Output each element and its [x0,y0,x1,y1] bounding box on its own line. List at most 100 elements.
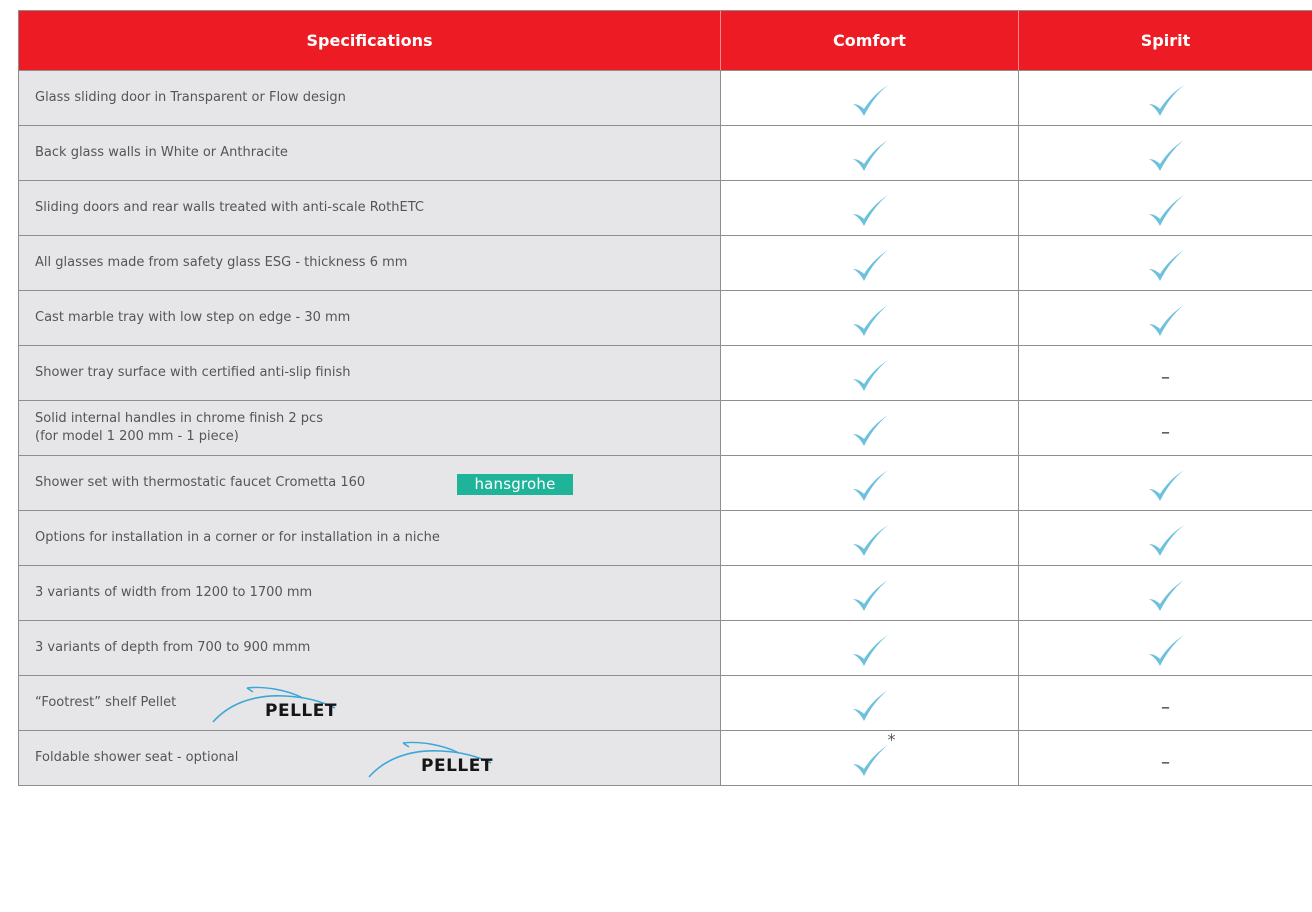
spec-label: Solid internal handles in chrome finish … [35,410,323,446]
check-wrapper [850,298,890,338]
check-wrapper [1146,298,1186,338]
spec-cell: Solid internal handles in chrome finish … [18,401,720,455]
dash-mark: – [1161,696,1170,718]
table-body: Glass sliding door in Transparent or Flo… [18,71,1312,786]
table-row: Sliding doors and rear walls treated wit… [18,181,1312,236]
spec-cell: Glass sliding door in Transparent or Flo… [18,71,720,125]
spec-cell: Cast marble tray with low step on edge -… [18,291,720,345]
checkmark-icon [850,247,890,287]
table-row: 3 variants of depth from 700 to 900 mmm [18,621,1312,676]
dash-mark: – [1161,421,1170,443]
check-wrapper [1146,188,1186,228]
table-row: Solid internal handles in chrome finish … [18,401,1312,456]
checkmark-icon [1146,302,1186,342]
comfort-cell: * [720,730,1018,785]
dash-mark: – [1161,366,1170,388]
table-row: All glasses made from safety glass ESG -… [18,236,1312,291]
spec-cell: “Footrest” shelf Pellet PELLET [18,676,720,730]
comfort-cell [720,401,1018,455]
checkmark-icon [850,522,890,562]
footnote-asterisk: * [887,730,896,749]
check-wrapper [850,78,890,118]
checkmark-icon [850,577,890,617]
spec-cell: 3 variants of depth from 700 to 900 mmm [18,621,720,675]
spec-label-line: Shower set with thermostatic faucet Crom… [35,475,366,490]
pellet-logo: PELLET [207,682,347,726]
checkmark-icon [850,302,890,342]
spec-label: Shower set with thermostatic faucet Crom… [35,474,365,492]
spec-cell: Back glass walls in White or Anthracite [18,126,720,180]
spec-label-line: Back glass walls in White or Anthracite [35,145,288,160]
check-wrapper [850,408,890,448]
checkmark-icon [1146,247,1186,287]
table-header-row: Specifications Comfort Spirit [18,11,1312,71]
table-row: Shower tray surface with certified anti-… [18,346,1312,401]
spirit-cell: – [1018,401,1312,455]
table-row: Glass sliding door in Transparent or Flo… [18,71,1312,126]
check-wrapper [850,188,890,228]
comfort-cell [720,566,1018,620]
spec-label-line: Solid internal handles in chrome finish … [35,411,323,426]
header-specifications: Specifications [18,11,720,70]
spirit-cell: – [1018,676,1312,730]
spec-cell: All glasses made from safety glass ESG -… [18,236,720,290]
checkmark-icon [1146,522,1186,562]
spec-label: Options for installation in a corner or … [35,529,440,547]
checkmark-icon [1146,632,1186,672]
check-wrapper [850,133,890,173]
checkmark-icon [850,192,890,232]
spirit-cell: – [1018,346,1312,400]
checkmark-icon [850,742,890,782]
check-wrapper [1146,133,1186,173]
spec-label: Foldable shower seat - optional [35,749,238,767]
check-wrapper [850,353,890,393]
spirit-cell [1018,71,1312,125]
spec-cell: Foldable shower seat - optional PELLET [18,731,720,785]
comfort-cell [720,346,1018,400]
check-wrapper: * [850,730,896,778]
spec-label-line: 3 variants of depth from 700 to 900 mmm [35,640,311,655]
spec-cell: Shower set with thermostatic faucet Crom… [18,456,720,510]
hansgrohe-logo: hansgrohe [457,474,573,495]
spirit-cell [1018,126,1312,180]
spec-label-line: Shower tray surface with certified anti-… [35,365,351,380]
comfort-cell [720,676,1018,730]
comfort-cell [720,236,1018,290]
checkmark-icon [1146,137,1186,177]
check-wrapper [850,518,890,558]
spirit-cell [1018,621,1312,675]
checkmark-icon [850,357,890,397]
checkmark-icon [1146,577,1186,617]
check-wrapper [850,463,890,503]
checkmark-icon [850,687,890,727]
table-row: 3 variants of width from 1200 to 1700 mm [18,566,1312,621]
spirit-cell [1018,456,1312,510]
spec-label-line: 3 variants of width from 1200 to 1700 mm [35,585,313,600]
spec-label: Glass sliding door in Transparent or Flo… [35,89,346,107]
spec-label: All glasses made from safety glass ESG -… [35,254,407,272]
table-row: Cast marble tray with low step on edge -… [18,291,1312,346]
spec-label-line: Cast marble tray with low step on edge -… [35,310,351,325]
spec-label-line: (for model 1 200 mm - 1 piece) [35,429,239,444]
spec-label: Back glass walls in White or Anthracite [35,144,288,162]
pellet-logo: PELLET [363,737,503,781]
checkmark-icon [850,82,890,122]
comfort-cell [720,291,1018,345]
check-wrapper [850,243,890,283]
check-wrapper [1146,628,1186,668]
header-comfort: Comfort [720,11,1018,70]
spec-cell: Shower tray surface with certified anti-… [18,346,720,400]
comfort-cell [720,181,1018,235]
check-wrapper [1146,78,1186,118]
checkmark-icon [850,137,890,177]
pellet-logo-text: PELLET [265,701,337,721]
spec-label: “Footrest” shelf Pellet [35,694,176,712]
check-wrapper [850,573,890,613]
spec-label: 3 variants of width from 1200 to 1700 mm [35,584,312,602]
spirit-cell [1018,236,1312,290]
check-wrapper [850,628,890,668]
comfort-cell [720,621,1018,675]
check-wrapper [1146,518,1186,558]
spec-label: Cast marble tray with low step on edge -… [35,309,350,327]
spec-cell: Sliding doors and rear walls treated wit… [18,181,720,235]
